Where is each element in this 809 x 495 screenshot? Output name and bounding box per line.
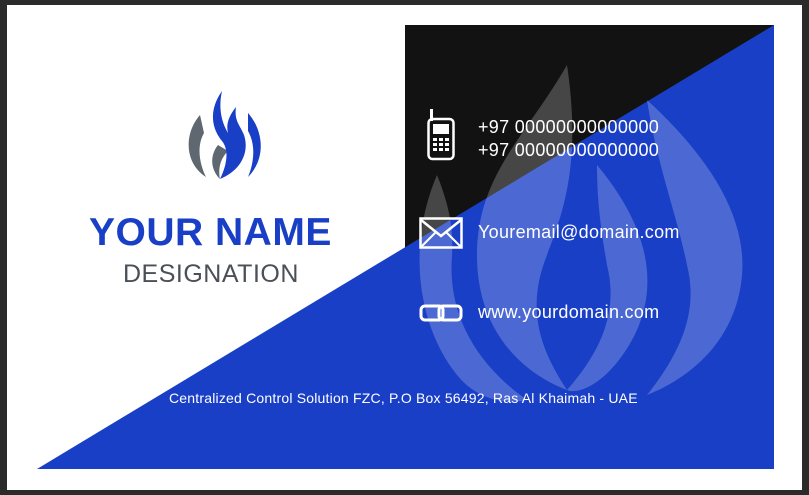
chain-link-icon (419, 304, 463, 322)
designation: DESIGNATION (123, 260, 299, 288)
business-card: YOUR NAME DESIGNATION +97 00000000000000… (7, 5, 802, 490)
phone-number-2: +97 00000000000000 (478, 140, 660, 160)
phone-number-1: +97 00000000000000 (478, 117, 660, 137)
envelope-icon (419, 217, 463, 249)
person-name: YOUR NAME (89, 211, 332, 254)
website-url: www.yourdomain.com (478, 302, 660, 322)
company-address: Centralized Control Solution FZC, P.O Bo… (169, 390, 638, 406)
mobile-phone-icon (427, 109, 455, 161)
email-address: Youremail@domain.com (478, 222, 680, 242)
flame-logo-icon (188, 91, 261, 179)
